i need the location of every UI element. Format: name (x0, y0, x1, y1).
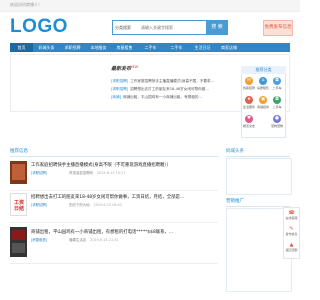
category-item[interactable]: ● 宠物宠物 (271, 115, 283, 128)
category-item[interactable]: ⌂ 房屋租售 (257, 77, 269, 90)
nav-item-jobs[interactable]: 求职招聘 (60, 43, 85, 52)
news-tag: [求职招聘] (111, 79, 129, 83)
category-label: 房屋租售 (257, 86, 270, 90)
news-tag: [求职招聘] (111, 87, 129, 91)
float-item-label: 返回顶部 (285, 248, 298, 252)
category-label: 婚恋交友 (243, 124, 256, 128)
car-icon: ◘ (273, 77, 281, 85)
section-title-recommended: 推荐信息 (10, 149, 28, 154)
section-divider (226, 206, 290, 207)
latest-news-title: 最新发布 (111, 66, 132, 72)
briefcase-icon: ✉ (245, 77, 253, 85)
new-badge: NEW (130, 65, 139, 69)
section-title-headlines: 妈城头条 (226, 149, 244, 154)
listing-category[interactable]: [求职招聘] (31, 171, 47, 175)
category-label: 找职招聘 (243, 86, 256, 90)
listing-date: 2019-6-15 10:17 (96, 171, 126, 175)
news-text: 工作家庭招聘快手主播直播模式(身高不限，不要求... (130, 79, 215, 83)
float-item-post[interactable]: ✎ 发布信息 (284, 226, 299, 236)
category-item[interactable]: ◘ 二手车 (271, 77, 283, 90)
section-title-promotion: 营销推广 (226, 199, 244, 204)
listing-thumbnail[interactable] (10, 227, 27, 257)
headlines-box (226, 158, 292, 195)
top-bar: 欢迎访问商铺人！ (0, 0, 300, 12)
listing-category[interactable]: [房屋租售] (31, 238, 47, 242)
category-item[interactable]: ◘ 二手车 (271, 96, 283, 109)
listing-user[interactable]: 陈惠淑嘉招聘网 (69, 171, 93, 175)
search-category-select[interactable]: 分类搜索 (112, 20, 143, 35)
category-item[interactable]: ♥ 婚恋交友 (243, 115, 255, 128)
float-item-label: 发布信息 (285, 232, 298, 236)
thumbnail-text: 工资日结 (13, 200, 24, 212)
shop-icon: ▣ (259, 96, 267, 104)
service-icon: ★ (245, 96, 253, 104)
listing-user[interactable]: 阳光下的大地 (69, 203, 89, 207)
listing-thumbnail[interactable]: 工资日结 (10, 193, 27, 216)
news-text: 招聘想出去打工的朋友来18-48岁女闲可帮你做... (130, 87, 209, 91)
main-nav: 首页 妈城头条 求职招聘 本地服务 房屋租售 二手车 二手车 生活日记 商家店铺 (10, 43, 290, 52)
category-item[interactable]: ✉ 找职招聘 (243, 77, 255, 90)
listing-user[interactable]: 糖果生活店 (69, 238, 86, 242)
floating-toolbar: ☎ 在线客服 ✎ 发布信息 ▲ 返回顶部 (283, 207, 300, 259)
listing-item[interactable]: 商铺出租，平山园鸡有一小商铺出租，有想租的打电话*****$$8联系，... [… (10, 223, 218, 264)
news-line[interactable]: [求职招聘] 招聘想出去打工的朋友来18-48岁女闲可帮你做... (111, 87, 209, 92)
category-item[interactable]: ▣ 商铺招商 (257, 96, 269, 109)
site-logo[interactable]: LOGO (10, 16, 68, 38)
float-item-back-to-top[interactable]: ▲ 返回顶部 (284, 242, 299, 252)
pet-icon: ● (273, 115, 281, 123)
listing-category[interactable]: [求职招聘] (31, 203, 47, 207)
category-label: 宠物宠物 (271, 124, 284, 128)
listing-title[interactable]: 招聘想出去打工的朋友来18-48岁女闲可帮你做事，工资日结，月结，全部是... (31, 194, 184, 200)
heart-icon: ♥ (245, 115, 253, 123)
nav-item-used-car[interactable]: 二手车 (138, 43, 163, 52)
car2-icon: ◘ (273, 96, 281, 104)
nav-item-used-car-2[interactable]: 二手车 (164, 43, 189, 52)
nav-item-local-services[interactable]: 本地服务 (86, 43, 111, 52)
category-label: 商铺招商 (257, 105, 270, 109)
listing-item[interactable]: 工资日结 招聘想出去打工的朋友来18-48岁女闲可帮你做事，工资日结，月结，全部… (10, 191, 218, 223)
welcome-text: 欢迎访问商铺人！ (10, 2, 42, 7)
listing-title[interactable]: 工作家庭招聘快手主播直播模式(身高不限（不可重现游戏直播招聘喔）） (31, 162, 171, 168)
listing-thumbnail[interactable] (10, 161, 27, 184)
news-text: 商铺出租，平山园鸡有一小商铺出租，有想租的... (123, 95, 202, 99)
listing-meta: [房屋租售] 糖果生活店 2019-6-14 21:41 (31, 237, 119, 242)
nav-item-housing[interactable]: 房屋租售 (112, 43, 137, 52)
float-item-online-service[interactable]: ☎ 在线客服 (284, 210, 299, 220)
listing-meta: [求职招聘] 阳光下的大地 2019-6-15 08:52 (31, 202, 122, 207)
news-line[interactable]: [商铺] 商铺出租，平山园鸡有一小商铺出租，有想租的... (111, 95, 202, 100)
news-line[interactable]: [求职招聘] 工作家庭招聘快手主播直播模式(身高不限，不要求... (111, 79, 214, 84)
nav-item-home[interactable]: 首页 (10, 43, 33, 52)
listing-item[interactable]: 工作家庭招聘快手主播直播模式(身高不限（不可重现游戏直播招聘喔）） [求职招聘]… (10, 159, 218, 191)
section-divider (10, 156, 218, 157)
listing-meta: [求职招聘] 陈惠淑嘉招聘网 2019-6-15 10:17 (31, 170, 125, 175)
nav-item-headlines[interactable]: 妈城头条 (34, 43, 59, 52)
search-button[interactable]: 搜 索 (206, 20, 228, 35)
nav-item-life-diary[interactable]: 生活日记 (190, 43, 215, 52)
nav-item-shops[interactable]: 商家店铺 (216, 43, 242, 52)
post-info-button[interactable]: 免费发布信息 (263, 20, 293, 36)
news-tag: [商铺] (111, 95, 121, 99)
float-item-label: 在线客服 (285, 216, 298, 220)
recommended-categories-title: 推荐分类 (241, 66, 286, 74)
search-input[interactable] (141, 21, 205, 34)
category-label: 生活服务 (243, 105, 256, 109)
category-item[interactable]: ★ 生活服务 (243, 96, 255, 109)
section-divider (226, 156, 290, 157)
category-label: 二手车 (272, 105, 282, 109)
listing-date: 2019-6-14 21:41 (90, 238, 119, 242)
listing-date: 2019-6-15 08:52 (93, 203, 122, 207)
house-icon: ⌂ (259, 77, 267, 85)
listing-title[interactable]: 商铺出租，平山园鸡有一小商铺出租，有想租的打电话*****$$8联系，... (31, 229, 173, 235)
category-label: 二手车 (272, 86, 282, 90)
